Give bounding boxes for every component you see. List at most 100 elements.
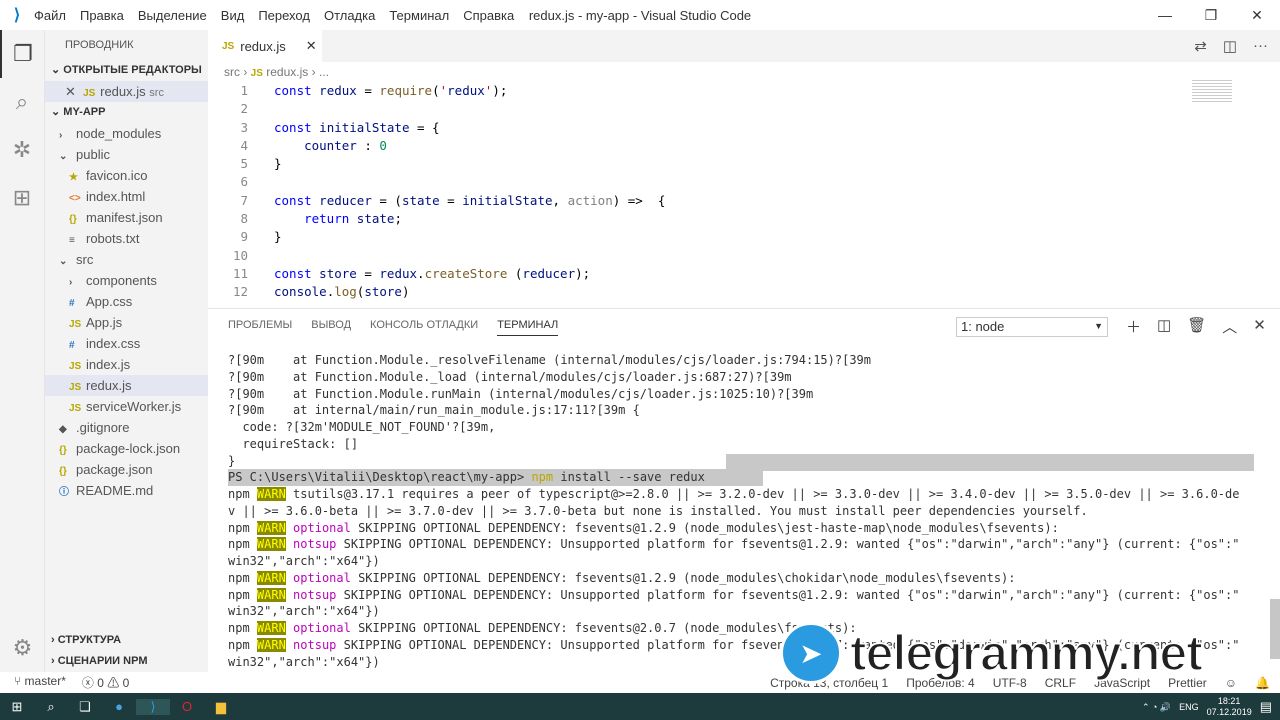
code-line: 5} — [208, 155, 1268, 173]
file-tree-item[interactable]: ★ favicon.ico — [45, 165, 208, 186]
gear-icon[interactable]: ⚙ — [0, 624, 45, 672]
open-editor-item[interactable]: ✕ JS redux.js src — [45, 81, 208, 102]
watermark: ➤ telegrammy.net — [780, 622, 1204, 684]
search-icon[interactable]: ⌕ — [0, 78, 44, 126]
maximize-button[interactable]: ❐ — [1188, 0, 1234, 30]
trash-icon[interactable]: 🗑 — [1187, 316, 1206, 337]
bell-icon[interactable]: 🔔 — [1255, 676, 1270, 690]
feedback-icon[interactable]: ☺ — [1225, 676, 1237, 690]
opera-icon[interactable]: O — [170, 699, 204, 714]
file-tree-item[interactable]: <> index.html — [45, 186, 208, 207]
app-icon[interactable]: ● — [102, 699, 136, 714]
file-explorer-icon[interactable]: ▆ — [204, 699, 238, 715]
minimap[interactable] — [1184, 62, 1280, 308]
title-bar: ⟩ Файл Правка Выделение Вид Переход Отладка Те… — [0, 0, 1280, 30]
file-tree-item[interactable]: ⌄ public — [45, 144, 208, 165]
menu-item[interactable]: Справка — [463, 8, 514, 23]
file-tree-item[interactable]: ◆ .gitignore — [45, 417, 208, 438]
menu-item[interactable]: Терминал — [389, 8, 449, 23]
open-editors-section[interactable]: ⌄ ОТКРЫТЫЕ РЕДАКТОРЫ — [45, 60, 208, 81]
terminal-line: v || >= 3.6.0-beta || >= 3.7.0-dev || >=… — [228, 503, 1088, 518]
code-text: const redux = require('redux'); — [274, 83, 508, 98]
file-tree-item[interactable]: {} package.json — [45, 459, 208, 480]
file-tree-item[interactable]: JS App.js — [45, 312, 208, 333]
css-file-icon: # — [69, 340, 75, 351]
terminal-line: win32","arch":"x64"}) — [228, 554, 380, 568]
line-number: 11 — [232, 265, 248, 281]
file-tree-item[interactable]: JS redux.js — [45, 375, 208, 396]
menu-item[interactable]: Вид — [221, 8, 245, 23]
tab-label: redux.js — [240, 38, 286, 54]
split-terminal-icon[interactable]: ◫ — [1157, 316, 1171, 337]
menu-item[interactable]: Отладка — [324, 8, 375, 23]
terminal-line: requireStack: [] — [228, 436, 359, 451]
file-tree-item[interactable]: ≡ robots.txt — [45, 228, 208, 249]
maximize-panel-icon[interactable]: ︿ — [1222, 316, 1237, 337]
start-icon[interactable]: ⊞ — [0, 699, 34, 715]
menu-item[interactable]: Правка — [80, 8, 124, 23]
js-file-icon: JS — [69, 403, 82, 414]
new-terminal-icon[interactable]: ＋ — [1126, 316, 1141, 337]
explorer-icon[interactable]: ❐ — [0, 30, 44, 78]
tray-icons[interactable]: ⌃ ◔ 🔊 — [1142, 702, 1171, 713]
section-label: ОТКРЫТЫЕ РЕДАКТОРЫ — [63, 64, 202, 76]
npm-scripts-section[interactable]: › СЦЕНАРИИ NPM — [45, 651, 208, 672]
file-label: node_modules — [76, 126, 162, 141]
panel-tab[interactable]: ВЫВОД — [311, 319, 351, 336]
menu-item[interactable]: Выделение — [138, 8, 207, 23]
file-tree-item[interactable]: › components — [45, 270, 208, 291]
split-editor-icon[interactable]: ◫ — [1223, 37, 1237, 55]
close-panel-icon[interactable]: ✕ — [1253, 316, 1266, 337]
code-line: 3 const initialState = { — [208, 119, 1268, 137]
html-file-icon: <> — [69, 193, 81, 204]
more-icon[interactable]: ··· — [1253, 37, 1268, 55]
close-tab-icon[interactable]: ✕ — [306, 38, 317, 54]
file-tree-item[interactable]: JS index.js — [45, 354, 208, 375]
file-tree-item[interactable]: › node_modules — [45, 123, 208, 144]
breadcrumb-item[interactable]: ... — [319, 65, 329, 79]
terminal-select[interactable]: 1: node — [956, 317, 1108, 337]
tab-redux-js[interactable]: JS redux.js ✕ — [208, 30, 322, 62]
file-tree-item[interactable]: ⓘ README.md — [45, 480, 208, 501]
language-indicator[interactable]: ENG — [1179, 702, 1199, 712]
code-line: 12 console.log(store) — [208, 283, 1268, 301]
file-tree-item[interactable]: # App.css — [45, 291, 208, 312]
compare-icon[interactable]: ⇄ — [1194, 37, 1207, 55]
panel-tab[interactable]: ПРОБЛЕМЫ — [228, 319, 292, 336]
terminal-line: PS C:\Users\Vitalii\Desktop\react\my-app… — [228, 469, 763, 486]
problems-indicator[interactable]: ⓧ 0 ⚠ 0 — [82, 674, 129, 691]
terminal-line: code: ?[32m'MODULE_NOT_FOUND'?[39m, — [228, 420, 496, 434]
debug-icon[interactable]: ✲ — [0, 126, 44, 174]
vscode-taskbar-icon[interactable]: ⟩ — [136, 698, 170, 715]
terminal-scrollbar[interactable] — [1270, 599, 1280, 659]
code-editor[interactable]: 1 const redux = require('redux'); 2 3 const … — [208, 82, 1268, 308]
line-number: 9 — [240, 229, 248, 245]
file-tree-item[interactable]: {} manifest.json — [45, 207, 208, 228]
file-tree-item[interactable]: # index.css — [45, 333, 208, 354]
code-text: const reducer = (state = initialState, a… — [274, 192, 666, 208]
clock[interactable]: 18:21 07.12.2019 — [1207, 696, 1252, 718]
code-text: const store = redux.createStore (reducer… — [274, 265, 591, 281]
notifications-icon[interactable]: ▤ — [1260, 699, 1272, 715]
code-line: 9} — [208, 228, 1268, 246]
minimize-button[interactable]: — — [1142, 0, 1188, 30]
panel-tab[interactable]: ТЕРМИНАЛ — [497, 319, 559, 336]
panel-tab[interactable]: КОНСОЛЬ ОТЛАДКИ — [370, 319, 478, 336]
search-icon[interactable]: ⌕ — [34, 699, 68, 715]
file-tree-item[interactable]: {} package-lock.json — [45, 438, 208, 459]
menu-item[interactable]: Переход — [258, 8, 310, 23]
branch-indicator[interactable]: ⑂ master* — [14, 674, 66, 691]
json-file-icon: {} — [59, 445, 67, 456]
file-tree-item[interactable]: ⌄ src — [45, 249, 208, 270]
project-section[interactable]: ⌄ MY-APP — [45, 102, 208, 123]
file-tree-item[interactable]: JS serviceWorker.js — [45, 396, 208, 417]
outline-section[interactable]: › СТРУКТУРА — [45, 630, 208, 651]
vscode-logo-icon: ⟩ — [13, 7, 21, 24]
extensions-icon[interactable]: ⊞ — [0, 174, 44, 222]
file-label: index.css — [86, 336, 141, 351]
breadcrumb-item[interactable]: src — [224, 65, 240, 79]
task-view-icon[interactable]: ❏ — [68, 699, 102, 715]
menu-item[interactable]: Файл — [34, 8, 66, 23]
close-button[interactable]: ✕ — [1234, 0, 1280, 30]
breadcrumb-item[interactable]: redux.js — [266, 65, 308, 79]
